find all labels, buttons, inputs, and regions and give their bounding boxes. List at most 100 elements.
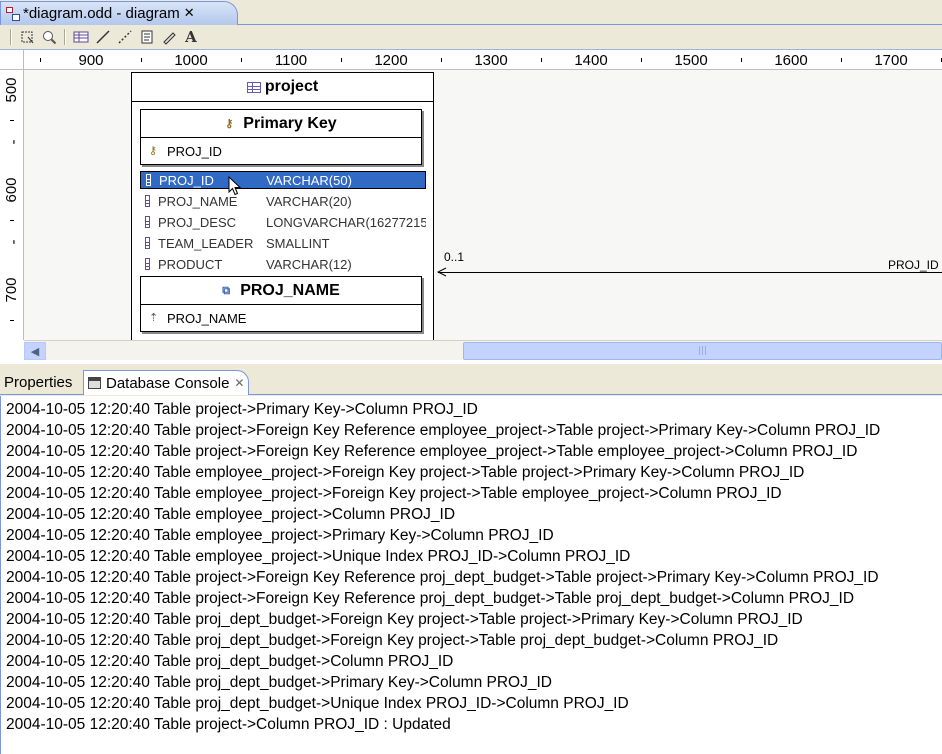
ruler-tick [10, 320, 14, 321]
ruler-tick [10, 120, 14, 121]
editor-tab-diagram[interactable]: *diagram.odd - diagram ✕ [0, 1, 238, 25]
column-row-product[interactable]: PRODUCT VARCHAR(12) [140, 255, 426, 273]
column-type: VARCHAR(50) [266, 172, 352, 188]
ruler-tick [141, 58, 142, 62]
note-icon[interactable] [136, 27, 158, 47]
vertical-ruler: 500 - 600 - 700 [0, 70, 24, 340]
primary-key-title: Primary Key [243, 114, 337, 132]
ruler-label: 1100 [274, 52, 308, 69]
column-icon [145, 237, 150, 249]
tab-database-console-label: Database Console [106, 374, 230, 392]
view-tab-bar: Properties Database Console ✕ [0, 368, 942, 395]
index-column-icon: ⇡ [149, 312, 159, 324]
ruler-label: - [5, 239, 22, 245]
zoom-icon[interactable] [38, 27, 60, 47]
relationship-label: PROJ_ID [888, 258, 939, 272]
column-row-team-leader[interactable]: TEAM_LEADER SMALLINT [140, 234, 426, 252]
primary-key-box[interactable]: ⚷ Primary Key ⚷ PROJ_ID [140, 109, 422, 165]
ruler-label: 1400 [574, 52, 608, 69]
column-name: PROJ_ID [158, 172, 214, 188]
table-name: project [264, 78, 319, 95]
ruler-tick [641, 58, 642, 62]
relationship-cardinality: 0..1 [444, 250, 465, 264]
column-row-proj-desc[interactable]: PROJ_DESC LONGVARCHAR(16277215 [140, 213, 426, 231]
horizontal-ruler: 900 1000 1100 1200 1300 1400 1500 1600 1… [24, 50, 942, 70]
close-icon[interactable]: ✕ [184, 6, 195, 21]
table-figure-project[interactable]: project ⚷ Primary Key ⚷ PROJ_ID PROJ_ID [131, 72, 434, 342]
column-type: SMALLINT [266, 235, 330, 251]
primary-key-column-name: PROJ_ID [167, 143, 222, 159]
ruler-label: 1700 [874, 52, 908, 69]
ruler-tick [741, 58, 742, 62]
column-type: VARCHAR(20) [266, 193, 352, 209]
application-window: *diagram.odd - diagram ✕ A 900 1000 1100… [0, 0, 942, 754]
console-line: 2004-10-05 12:20:40 Table employee_proje… [6, 506, 456, 523]
key-icon: ⚷ [225, 117, 234, 130]
key-icon: ⚷ [149, 145, 158, 157]
index-column-name: PROJ_NAME [167, 310, 247, 326]
database-console-output[interactable]: 2004-10-05 12:20:40 Table project->Prima… [0, 396, 942, 754]
console-icon [88, 377, 101, 389]
editor-tab-title: *diagram.odd - diagram [23, 5, 180, 22]
ruler-label: 1200 [374, 52, 408, 69]
ruler-tick [10, 220, 14, 221]
ruler-label: - [5, 139, 22, 145]
diagram-toolbar: A [0, 25, 942, 49]
column-row-proj-name[interactable]: PROJ_NAME VARCHAR(20) [140, 192, 426, 210]
console-line: 2004-10-05 12:20:40 Table project->Colum… [6, 716, 451, 733]
column-name: PRODUCT [158, 256, 223, 272]
ruler-tick [541, 58, 542, 62]
console-line: 2004-10-05 12:20:40 Table proj_dept_budg… [6, 674, 552, 691]
dotted-line-icon[interactable] [114, 27, 136, 47]
table-icon [246, 81, 261, 93]
ruler-label: 1300 [474, 52, 508, 69]
pen-icon[interactable] [158, 27, 180, 47]
ruler-tick [841, 58, 842, 62]
column-name: PROJ_DESC [158, 214, 237, 230]
console-line: 2004-10-05 12:20:40 Table proj_dept_budg… [6, 632, 779, 649]
column-icon [145, 216, 150, 228]
ruler-label: 700 [3, 277, 20, 303]
scroll-left-icon[interactable]: ◀ [24, 342, 46, 360]
console-line: 2004-10-05 12:20:40 Table employee_proje… [6, 464, 805, 481]
ruler-tick [441, 58, 442, 62]
toolbar-separator [10, 29, 12, 45]
ruler-corner [0, 50, 24, 70]
line-icon[interactable] [92, 27, 114, 47]
table-icon[interactable] [70, 27, 92, 47]
tab-properties[interactable]: Properties [0, 370, 76, 395]
ruler-label: 1600 [774, 52, 808, 69]
primary-key-header: ⚷ Primary Key [141, 110, 421, 138]
index-box[interactable]: ⧉ PROJ_NAME ⇡ PROJ_NAME [140, 276, 422, 332]
diagram-canvas[interactable]: project ⚷ Primary Key ⚷ PROJ_ID PROJ_ID [24, 70, 942, 342]
horizontal-scrollbar[interactable]: ◀ ||| [24, 340, 942, 360]
close-icon[interactable]: ✕ [234, 376, 244, 390]
toolbar-separator [64, 29, 66, 45]
index-icon: ⧉ [222, 284, 231, 297]
column-name: PROJ_NAME [158, 193, 238, 209]
index-title: PROJ_NAME [240, 281, 340, 299]
column-name: TEAM_LEADER [158, 235, 254, 251]
console-line: 2004-10-05 12:20:40 Table project->Forei… [6, 590, 855, 607]
index-column[interactable]: ⇡ PROJ_NAME [141, 305, 421, 331]
editor-tab-bar: *diagram.odd - diagram ✕ [0, 0, 942, 25]
scroll-thumb[interactable]: ||| [463, 342, 942, 360]
console-line: 2004-10-05 12:20:40 Table proj_dept_budg… [6, 695, 629, 712]
console-line: 2004-10-05 12:20:40 Table proj_dept_budg… [6, 653, 454, 670]
primary-key-column[interactable]: ⚷ PROJ_ID [141, 138, 421, 164]
tab-database-console[interactable]: Database Console ✕ [83, 370, 250, 395]
console-line: 2004-10-05 12:20:40 Table proj_dept_budg… [6, 611, 803, 628]
ruler-tick [241, 58, 242, 62]
arrow-head-icon [437, 267, 447, 277]
diagram-file-icon [5, 6, 21, 22]
diagram-canvas-area: 900 1000 1100 1200 1300 1400 1500 1600 1… [0, 49, 942, 364]
column-row-proj-id[interactable]: PROJ_ID VARCHAR(50) [140, 171, 426, 189]
column-type: LONGVARCHAR(16277215 [266, 214, 426, 230]
ruler-tick [40, 58, 41, 62]
relationship-line[interactable] [438, 272, 942, 273]
ruler-tick [341, 58, 342, 62]
ruler-label: 1000 [174, 52, 208, 69]
console-line: 2004-10-05 12:20:40 Table employee_proje… [6, 485, 782, 502]
text-icon[interactable]: A [180, 27, 202, 47]
select-icon[interactable] [16, 27, 38, 47]
